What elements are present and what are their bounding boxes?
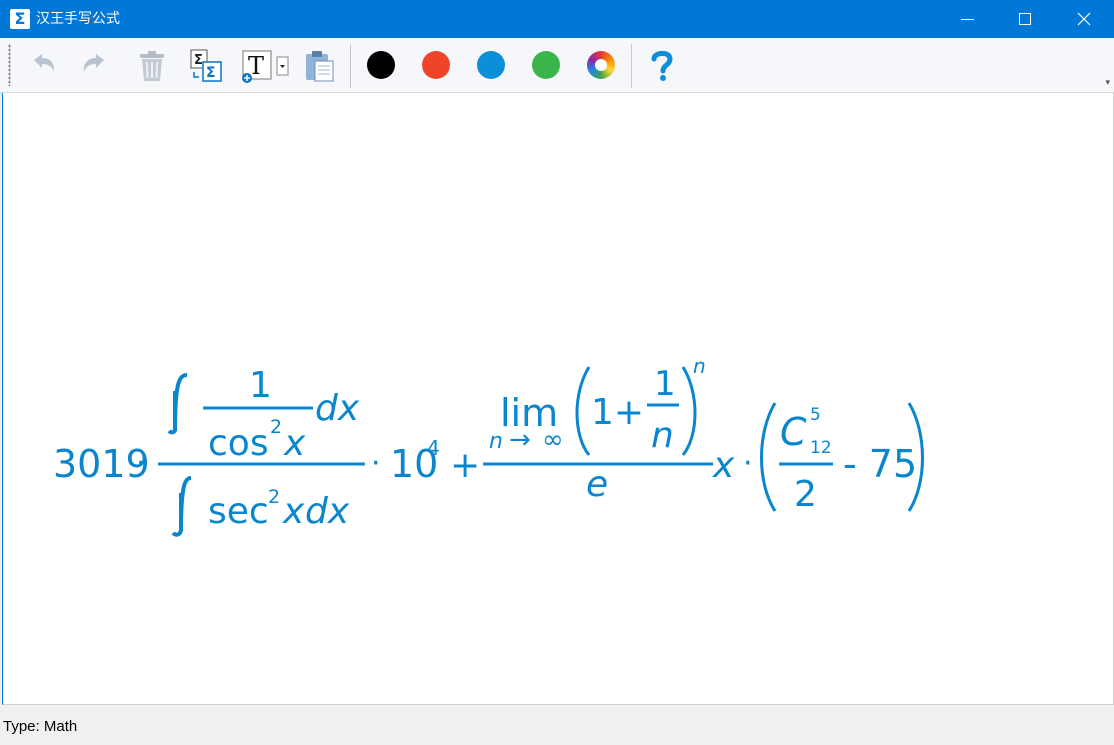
toolbar-separator — [631, 44, 632, 88]
close-button[interactable] — [1055, 0, 1113, 38]
window-title: 汉王手写公式 — [36, 11, 120, 27]
maximize-button[interactable] — [997, 0, 1055, 38]
formula-dot: · — [371, 446, 381, 481]
help-icon — [651, 50, 673, 81]
color-blue-button[interactable] — [477, 51, 505, 79]
formula-exponent: 2 — [268, 486, 280, 508]
color-black-button[interactable] — [367, 51, 395, 79]
formula-infinity: ∞ — [542, 425, 564, 455]
formula-plus: + — [450, 445, 480, 486]
status-type-label: Type: Math — [3, 718, 78, 735]
toolbar: Σ Σ T ▾ — [0, 38, 1114, 93]
formula-subscript: 12 — [810, 438, 832, 458]
title-bar: Σ 汉王手写公式 — [0, 0, 1114, 38]
close-icon — [1077, 12, 1091, 26]
color-green-button[interactable] — [532, 51, 560, 79]
status-bar: Type: Math — [0, 706, 1114, 745]
svg-text:Σ: Σ — [206, 65, 216, 81]
formula-numerator-one: 1 — [654, 364, 676, 404]
text-insert-icon: T — [242, 50, 289, 83]
delete-button[interactable] — [134, 46, 170, 84]
formula-exponent: 4 — [427, 436, 440, 460]
formula-n: n — [651, 415, 674, 456]
paren-left — [760, 402, 777, 512]
formula-var: x — [282, 491, 305, 532]
formula-cos: cos — [208, 423, 269, 464]
convert-formula-button[interactable]: Σ Σ — [188, 46, 224, 84]
formula-dot: · — [136, 446, 146, 481]
formula-e: e — [586, 464, 608, 505]
color-wheel-button[interactable] — [587, 51, 615, 79]
formula-var: x — [712, 445, 735, 486]
sigma-app-icon: Σ — [10, 9, 30, 29]
formula-var: x — [283, 423, 306, 464]
formula-sec: sec — [208, 491, 269, 532]
paren-right — [681, 366, 697, 456]
formula-C: C — [780, 410, 807, 454]
integral-sign — [167, 391, 177, 435]
toolbar-grip[interactable] — [8, 44, 11, 86]
convert-formula-icon: Σ Σ — [190, 49, 222, 82]
maximize-icon — [1019, 13, 1031, 25]
color-red-button[interactable] — [422, 51, 450, 79]
formula-one-plus: 1+ — [591, 392, 644, 433]
toolbar-overflow-icon[interactable]: ▾ — [1105, 78, 1110, 88]
help-button[interactable] — [644, 46, 680, 84]
formula-render: 3019 · 1 cos 2 x dx sec 2 x dx · 10 4 + … — [53, 354, 924, 537]
undo-icon — [34, 54, 55, 72]
paste-button[interactable] — [301, 46, 337, 84]
formula-exponent: 2 — [270, 416, 282, 438]
formula-dot: · — [743, 446, 753, 481]
text-insert-button[interactable]: T — [240, 46, 292, 84]
paren-left — [575, 366, 591, 456]
redo-icon — [83, 54, 104, 72]
formula-canvas[interactable]: 3019 · 1 cos 2 x dx sec 2 x dx · 10 4 + … — [2, 93, 1114, 705]
paste-icon — [306, 51, 334, 82]
undo-button[interactable] — [24, 46, 60, 84]
minimize-icon — [961, 19, 974, 20]
redo-button[interactable] — [78, 46, 114, 84]
toolbar-separator — [350, 44, 351, 88]
formula-n-exponent: n — [693, 354, 706, 378]
minimize-button[interactable] — [939, 0, 997, 38]
formula-n: n — [489, 429, 503, 454]
formula-arrow: → — [509, 425, 531, 455]
svg-text:Σ: Σ — [194, 53, 203, 68]
trash-icon — [140, 51, 164, 81]
formula-dx: dx — [315, 388, 360, 429]
color-wheel-icon — [595, 59, 607, 71]
formula-numerator-one: 1 — [249, 365, 272, 406]
integral-sign — [171, 493, 183, 537]
formula-superscript: 5 — [810, 405, 821, 425]
formula-minus-75: - 75 — [843, 442, 917, 486]
formula-denominator-two: 2 — [794, 474, 817, 515]
formula-dx: dx — [305, 491, 350, 532]
